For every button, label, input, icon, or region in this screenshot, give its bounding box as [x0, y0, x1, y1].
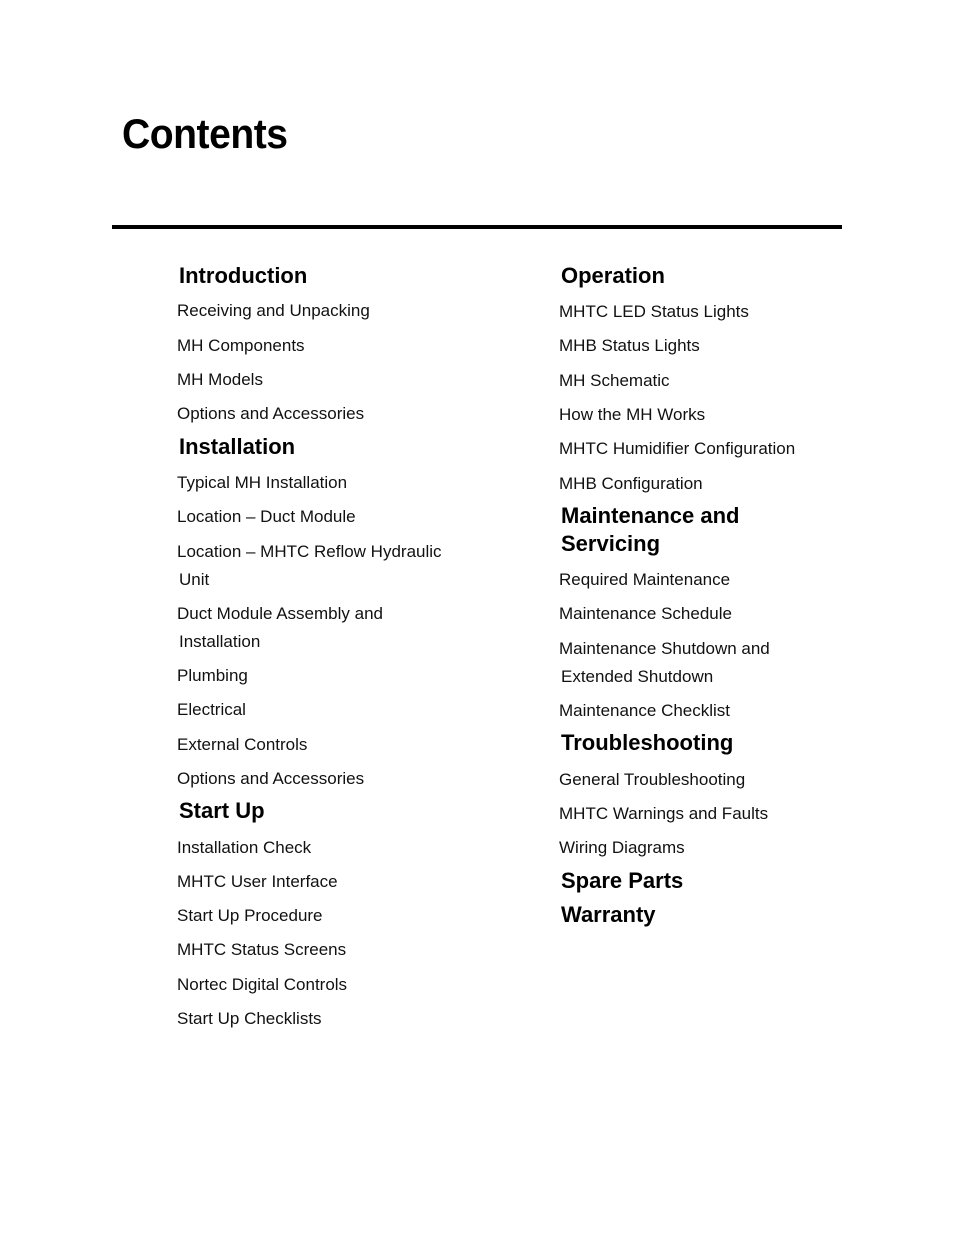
toc-label-line: Options and Accessories — [177, 404, 365, 423]
toc-label-line: MH Components — [177, 336, 305, 355]
toc-label-continuation: Unit — [179, 570, 210, 589]
toc-label-line: MHTC LED Status Lights — [559, 302, 749, 321]
toc-label-line: Required Maintenance — [559, 570, 731, 589]
toc-entry-title: MHB Configuration — [559, 470, 703, 498]
toc-label-continuation: Extended Shutdown — [561, 667, 714, 686]
toc-entry-title: Location – MHTC Reflow Hydraulic Unit — [177, 538, 442, 594]
toc-entry-title: Plumbing — [177, 662, 248, 690]
toc-label-line: MHTC Warnings and Faults — [559, 804, 769, 823]
toc-entry-title: Maintenance Checklist — [559, 697, 730, 725]
toc-label-line: Start Up — [179, 798, 265, 823]
toc-entry-title: Required Maintenance — [559, 566, 730, 594]
toc-label-continuation: Installation — [179, 632, 261, 651]
toc-entry-title: Location – Duct Module — [177, 503, 356, 531]
toc-label-line: Duct Module Assembly and — [177, 604, 383, 623]
toc-label-line: Receiving and Unpacking — [177, 301, 370, 320]
toc-entry-title: Duct Module Assembly and Installation — [177, 600, 383, 656]
toc-section-title: Maintenance and Servicing — [561, 502, 739, 558]
toc-section-title: Troubleshooting — [561, 729, 733, 757]
toc-entry-title: MHTC Humidifier Configuration — [559, 435, 795, 463]
toc-entry-title: Installation Check — [177, 834, 311, 862]
toc-entry-title: Typical MH Installation — [177, 469, 347, 497]
toc-label-line: Operation — [561, 263, 665, 288]
toc-label-line: Options and Accessories — [177, 769, 365, 788]
toc-entry-title: Electrical — [177, 696, 246, 724]
toc-label-line: MHTC Humidifier Configuration — [559, 439, 796, 458]
toc-label-line: MHB Configuration — [559, 474, 703, 493]
toc-label-line: General Troubleshooting — [559, 770, 746, 789]
toc-entry-title: Receiving and Unpacking — [177, 297, 370, 325]
toc-section-title: Warranty — [561, 901, 656, 929]
toc-entry-title: General Troubleshooting — [559, 766, 745, 794]
toc-label-line: Maintenance and — [561, 503, 740, 528]
toc-section-title: Introduction — [179, 262, 307, 290]
toc-entry-title: MH Models — [177, 366, 263, 394]
toc-entry-title: Options and Accessories — [177, 765, 364, 793]
toc-label-line: Start Up Checklists — [177, 1009, 322, 1028]
toc-label-line: Nortec Digital Controls — [177, 975, 348, 994]
toc-entry-title: How the MH Works — [559, 401, 705, 429]
toc-entry-title: Options and Accessories — [177, 400, 364, 428]
toc-label-line: Location – MHTC Reflow Hydraulic — [177, 542, 442, 561]
toc-label-line: MH Models — [177, 370, 263, 389]
toc-entry-title: MHTC LED Status Lights — [559, 298, 749, 326]
toc-entry-title: MHTC User Interface — [177, 868, 338, 896]
toc-entry-title: Nortec Digital Controls — [177, 971, 347, 999]
toc-label-line: Warranty — [561, 902, 656, 927]
toc-label-continuation: Servicing — [561, 531, 661, 556]
toc-entry-title: Wiring Diagrams — [559, 834, 685, 862]
toc-label-line: Wiring Diagrams — [559, 838, 685, 857]
toc-label-line: Electrical — [177, 700, 246, 719]
toc-section-title: Installation — [179, 433, 295, 461]
toc-label-line: Installation Check — [177, 838, 312, 857]
page-title: Contents — [122, 110, 288, 157]
toc-label-line: Plumbing — [177, 666, 248, 685]
toc-entry-title: Maintenance Schedule — [559, 600, 732, 628]
toc-label-line: MHTC Status Screens — [177, 940, 347, 959]
toc-entry-title: MHTC Status Screens — [177, 936, 346, 964]
toc-section-title: Operation — [561, 262, 665, 290]
toc-entry-title: MHB Status Lights — [559, 332, 700, 360]
toc-entry-title: External Controls — [177, 731, 307, 759]
toc-label-line: External Controls — [177, 735, 308, 754]
toc-entry-title: Maintenance Shutdown and Extended Shutdow… — [559, 635, 770, 691]
toc-label-line: MHB Status Lights — [559, 336, 700, 355]
toc-entry-title: MH Schematic — [559, 367, 670, 395]
toc-label-line: Introduction — [179, 263, 308, 288]
toc-section-title: Start Up — [179, 797, 265, 825]
title-divider — [112, 225, 842, 229]
toc-label-line: MHTC User Interface — [177, 872, 338, 891]
toc-label-line: Maintenance Schedule — [559, 604, 732, 623]
toc-label-line: Start Up Procedure — [177, 906, 323, 925]
toc-label-line: Spare Parts — [561, 868, 684, 893]
toc-label-line: Typical MH Installation — [177, 473, 348, 492]
toc-section-title: Spare Parts — [561, 867, 683, 895]
toc-entry-title: MH Components — [177, 332, 305, 360]
toc-label-line: Location – Duct Module — [177, 507, 356, 526]
toc-label-line: Maintenance Shutdown and — [559, 639, 770, 658]
toc-label-line: Installation — [179, 434, 296, 459]
toc-label-line: How the MH Works — [559, 405, 706, 424]
toc-label-line: Maintenance Checklist — [559, 701, 731, 720]
toc-entry-title: MHTC Warnings and Faults — [559, 800, 768, 828]
toc-entry-title: Start Up Checklists — [177, 1005, 322, 1033]
toc-entry-title: Start Up Procedure — [177, 902, 323, 930]
toc-label-line: MH Schematic — [559, 371, 670, 390]
toc-label-line: Troubleshooting — [561, 730, 734, 755]
